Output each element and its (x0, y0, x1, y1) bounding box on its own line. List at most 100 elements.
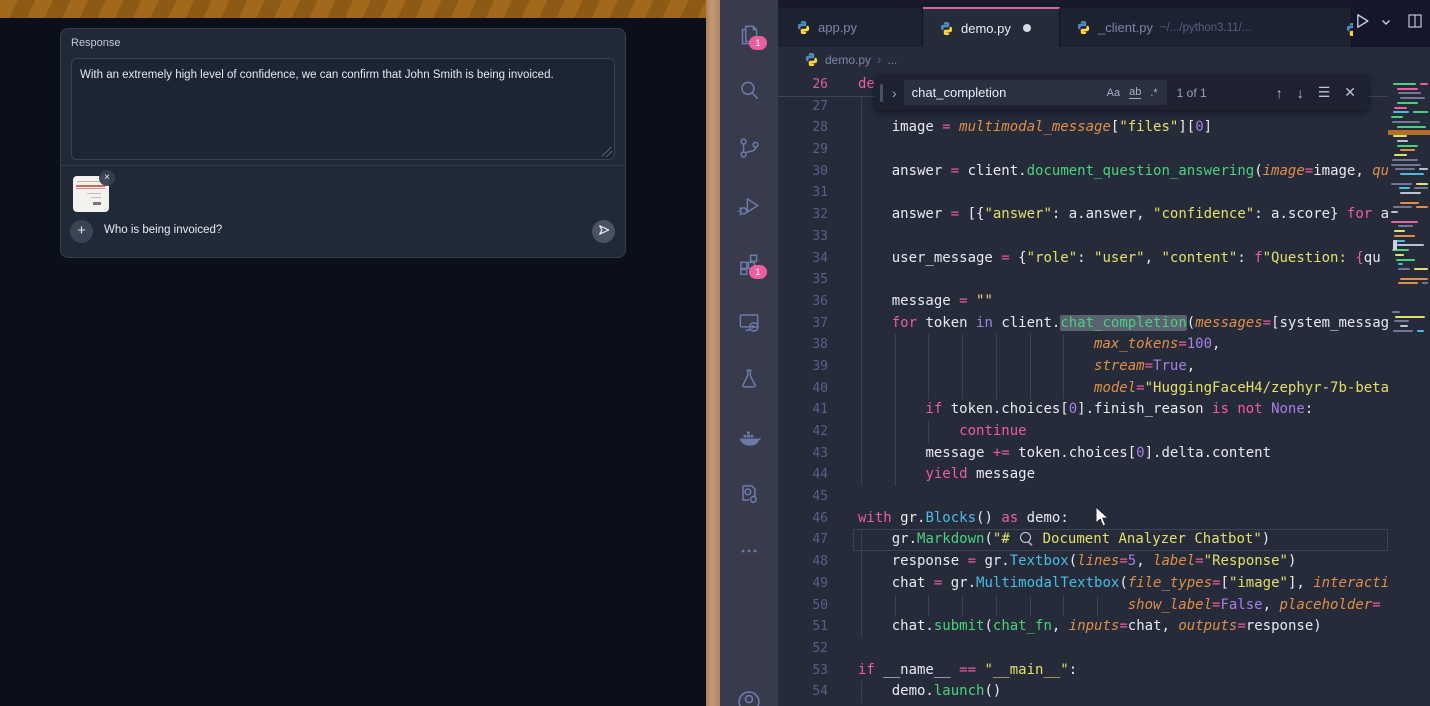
expand-replace-chevron-icon[interactable]: › (892, 85, 897, 101)
line-number[interactable]: 34 (778, 248, 828, 270)
tab-app-py[interactable]: app.py (778, 8, 923, 47)
line-number[interactable]: 37 (778, 313, 828, 335)
code-line-45[interactable]: 45 (778, 486, 1388, 508)
attachment-thumbnail[interactable]: × (73, 176, 109, 212)
whole-word-button[interactable]: ab (1129, 86, 1141, 99)
line-number[interactable]: 53 (778, 660, 828, 682)
breadcrumb-file[interactable]: demo.py (825, 53, 871, 67)
code-line-51[interactable]: 51 chat.submit(chat_fn, inputs=chat, out… (778, 616, 1388, 638)
line-number[interactable]: 44 (778, 464, 828, 486)
line-number[interactable]: 27 (778, 96, 828, 118)
send-button[interactable] (592, 220, 615, 243)
run-button[interactable] (1352, 11, 1372, 36)
line-number[interactable]: 28 (778, 117, 828, 139)
line-number[interactable]: 42 (778, 421, 828, 443)
line-number[interactable]: 29 (778, 139, 828, 161)
code-line-53[interactable]: 53if __name__ == "__main__": (778, 660, 1388, 682)
code-line-28[interactable]: 28 image = multimodal_message["files"][0… (778, 117, 1388, 139)
line-number[interactable]: 50 (778, 595, 828, 617)
line-number[interactable]: 46 (778, 508, 828, 530)
code-line-42[interactable]: 42 continue (778, 421, 1388, 443)
line-number[interactable]: 32 (778, 204, 828, 226)
code-line-47[interactable]: 47 gr.Markdown("# Document Analyzer Chat… (778, 529, 1388, 551)
line-number[interactable]: 48 (778, 551, 828, 573)
line-number[interactable]: 49 (778, 573, 828, 595)
dirty-indicator[interactable] (1023, 24, 1031, 32)
match-case-button[interactable]: Aa (1107, 87, 1120, 99)
split-editor-button[interactable] (1406, 12, 1424, 35)
find-input[interactable]: chat_completion Aa ab .* (904, 80, 1167, 105)
code-line-52[interactable]: 52 (778, 638, 1388, 660)
run-debug-icon[interactable] (720, 186, 778, 226)
minimap-line (1400, 97, 1425, 99)
line-number[interactable]: 54 (778, 681, 828, 703)
line-number[interactable]: 26 (778, 74, 828, 96)
line-number[interactable]: 33 (778, 226, 828, 248)
code-line-38[interactable]: 38 max_tokens=100, (778, 334, 1388, 356)
regex-button[interactable]: .* (1150, 87, 1157, 99)
source-control-icon[interactable] (720, 128, 778, 168)
code-editor[interactable]: 26def2728 image = multimodal_message["fi… (778, 72, 1430, 706)
code-line-46[interactable]: 46with gr.Blocks() as demo: (778, 508, 1388, 530)
accounts-icon[interactable] (720, 682, 778, 706)
code-line-36[interactable]: 36 message = "" (778, 291, 1388, 313)
remove-attachment-button[interactable]: × (99, 170, 115, 186)
line-number[interactable]: 43 (778, 443, 828, 465)
run-dropdown-chevron-icon[interactable] (1380, 15, 1392, 33)
find-in-selection-button[interactable]: ☰ (1318, 84, 1331, 101)
panel-divider[interactable] (706, 0, 720, 706)
more-ellipsis-icon[interactable] (720, 531, 778, 571)
testing-beaker-icon[interactable] (720, 359, 778, 399)
code-line-41[interactable]: 41 if token.choices[0].finish_reason is … (778, 399, 1388, 421)
code-line-40[interactable]: 40 model="HuggingFaceH4/zephyr-7b-beta (778, 378, 1388, 400)
add-file-button[interactable]: + (70, 220, 93, 243)
code-line-48[interactable]: 48 response = gr.Textbox(lines=5, label=… (778, 551, 1388, 573)
code-lines[interactable]: 26def2728 image = multimodal_message["fi… (778, 74, 1388, 706)
code-line-37[interactable]: 37 for token in client.chat_completion(m… (778, 313, 1388, 335)
explorer-icon[interactable]: 1 (720, 15, 778, 55)
find-results-count: 1 of 1 (1177, 86, 1207, 100)
line-number[interactable]: 47 (778, 529, 828, 551)
line-number[interactable]: 45 (778, 486, 828, 508)
minimap[interactable] (1388, 72, 1430, 706)
find-widget-grip[interactable] (880, 84, 883, 102)
line-number[interactable]: 39 (778, 356, 828, 378)
remote-explorer-icon[interactable] (720, 302, 778, 342)
tab-client-py[interactable]: _client.py ~/.../python3.11/... (1060, 8, 1352, 47)
breadcrumb-symbol[interactable]: ... (887, 53, 897, 67)
tab-demo-py[interactable]: demo.py (923, 7, 1060, 47)
line-number[interactable]: 31 (778, 182, 828, 204)
code-line-35[interactable]: 35 (778, 269, 1388, 291)
code-line-30[interactable]: 30 answer = client.document_question_ans… (778, 161, 1388, 183)
code-line-32[interactable]: 32 answer = [{"answer": a.answer, "confi… (778, 204, 1388, 226)
message-input[interactable]: Who is being invoiced? (104, 224, 222, 236)
response-textbox[interactable]: With an extremely high level of confiden… (71, 58, 615, 160)
next-match-button[interactable]: ↓ (1297, 85, 1304, 101)
dev-config-icon[interactable] (720, 474, 778, 514)
line-number[interactable]: 52 (778, 638, 828, 660)
line-number[interactable]: 38 (778, 334, 828, 356)
line-number[interactable]: 30 (778, 161, 828, 183)
code-line-34[interactable]: 34 user_message = {"role": "user", "cont… (778, 248, 1388, 270)
code-line-43[interactable]: 43 message += token.choices[0].delta.con… (778, 443, 1388, 465)
line-number[interactable]: 51 (778, 616, 828, 638)
line-number[interactable]: 36 (778, 291, 828, 313)
code-line-33[interactable]: 33 (778, 226, 1388, 248)
code-line-50[interactable]: 50 show_label=False, placeholder= (778, 595, 1388, 617)
code-line-39[interactable]: 39 stream=True, (778, 356, 1388, 378)
search-icon[interactable] (720, 70, 778, 110)
code-line-31[interactable]: 31 (778, 182, 1388, 204)
code-line-44[interactable]: 44 yield message (778, 464, 1388, 486)
find-query[interactable]: chat_completion (912, 85, 1107, 100)
resize-handle[interactable] (602, 147, 612, 157)
line-number[interactable]: 35 (778, 269, 828, 291)
line-number[interactable]: 41 (778, 399, 828, 421)
code-line-49[interactable]: 49 chat = gr.MultimodalTextbox(file_type… (778, 573, 1388, 595)
previous-match-button[interactable]: ↑ (1276, 85, 1283, 101)
close-find-button[interactable]: ✕ (1344, 84, 1356, 101)
line-number[interactable]: 40 (778, 378, 828, 400)
docker-icon[interactable] (720, 417, 778, 457)
code-line-29[interactable]: 29 (778, 139, 1388, 161)
code-line-54[interactable]: 54 demo.launch() (778, 681, 1388, 703)
extensions-icon[interactable]: 1 (720, 244, 778, 284)
